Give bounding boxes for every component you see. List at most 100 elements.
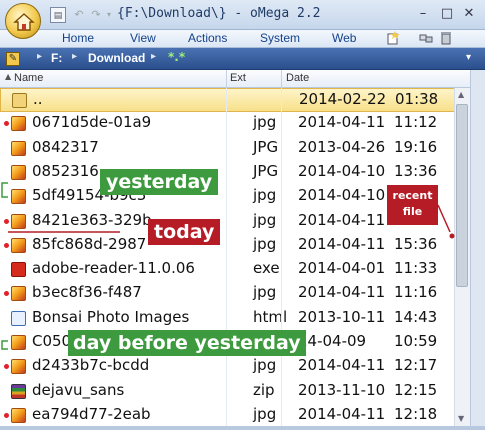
redo-icon[interactable]: ↷ — [88, 7, 104, 23]
file-time: 14:43 — [394, 307, 438, 326]
file-ext: html — [253, 307, 288, 326]
zip-icon — [11, 383, 26, 399]
title-bar: ▤ ↶ ↷ ▾ {F:\Download\} - oMega 2.2 – □ ✕ — [0, 0, 485, 30]
window-frame-right — [470, 70, 485, 426]
column-headers: ▲ Name Ext Date — [0, 70, 470, 88]
file-name: Bonsai Photo Images — [32, 307, 190, 326]
file-date: 2014-04-10 — [298, 186, 386, 205]
file-ext: jpg — [253, 113, 277, 132]
quick-access-dropdown-icon[interactable]: ▾ — [104, 7, 114, 23]
scroll-up-icon[interactable]: ▲ — [458, 90, 464, 99]
edit-address-icon[interactable]: ✎ — [6, 52, 20, 66]
file-date: 2014-04-01 — [298, 259, 386, 278]
image-icon — [11, 213, 26, 229]
breadcrumb-folder[interactable]: Download — [88, 51, 145, 65]
app-menu-button[interactable] — [5, 3, 41, 39]
file-time: 11:33 — [394, 259, 438, 278]
column-header-name[interactable]: Name — [14, 72, 43, 84]
file-row[interactable]: d2433b7c-bcdd jpg 2014-04-11 12:17 — [0, 355, 470, 379]
file-ext: jpg — [253, 356, 277, 375]
annotation-recent-file: recent file — [387, 185, 438, 225]
image-icon — [11, 237, 26, 253]
menu-home[interactable]: Home — [62, 31, 94, 45]
trash-icon[interactable] — [438, 31, 454, 47]
file-row[interactable]: 0852316 JPG 2014-04-10 13:36 — [0, 161, 470, 185]
file-name: .. — [33, 90, 43, 108]
file-date: 2013-04-26 — [298, 137, 386, 156]
file-ext: jpg — [253, 186, 277, 205]
new-icon[interactable] — [385, 31, 401, 47]
column-divider — [281, 88, 282, 426]
recent-marker-icon — [4, 218, 9, 224]
maximize-button[interactable]: □ — [437, 4, 457, 24]
file-row[interactable]: 85fc868d-2987 jpg 2014-04-11 15:36 — [0, 234, 470, 258]
file-date: 14-04-09 — [298, 332, 367, 350]
file-date: 2014-04-11 — [298, 234, 386, 253]
column-divider[interactable] — [281, 70, 282, 88]
file-ext: jpg — [253, 283, 277, 302]
recent-marker-icon — [4, 412, 9, 418]
file-name: d2433b7c-bcdd — [32, 356, 150, 375]
file-row[interactable]: Bonsai Photo Images html 2013-10-11 14:43 — [0, 307, 470, 331]
image-icon — [11, 359, 26, 375]
undo-icon[interactable]: ↶ — [71, 7, 87, 23]
file-time: 19:16 — [394, 137, 438, 156]
window-title: {F:\Download\} - oMega 2.2 — [117, 6, 321, 21]
menu-view[interactable]: View — [130, 31, 156, 45]
menu-system[interactable]: System — [260, 31, 300, 45]
file-date: 2013-11-10 — [298, 380, 386, 399]
file-name: 8421e363-329b — [32, 210, 152, 229]
image-icon — [11, 407, 26, 423]
file-ext: jpg — [253, 234, 277, 253]
file-row[interactable]: ea794d77-2eab jpg 2014-04-11 12:18 — [0, 404, 470, 426]
breadcrumb-separator-icon[interactable]: ▸ — [151, 51, 156, 62]
image-icon — [11, 286, 26, 302]
breadcrumb-separator-icon[interactable]: ▸ — [37, 51, 42, 62]
menu-actions[interactable]: Actions — [188, 31, 227, 45]
scrollbar-thumb[interactable] — [456, 104, 468, 287]
file-name: adobe-reader-11.0.06 — [32, 259, 195, 278]
file-name: 0852316 — [32, 161, 99, 180]
file-row[interactable]: adobe-reader-11.0.06 exe 2014-04-01 11:33 — [0, 258, 470, 282]
file-date: 2014-04-11 — [298, 113, 386, 132]
address-dropdown-icon[interactable]: ▾ — [466, 52, 471, 63]
file-time: 12:15 — [394, 380, 438, 399]
file-date: 2014-04-11 — [298, 283, 386, 302]
file-ext: zip — [253, 380, 275, 399]
file-row[interactable]: 0842317 JPG 2013-04-26 19:16 — [0, 137, 470, 161]
quick-access-menu-icon[interactable]: ▤ — [50, 7, 66, 23]
scroll-down-icon[interactable]: ▼ — [458, 414, 464, 423]
image-icon — [11, 164, 26, 180]
file-name: 85fc868d-2987 — [32, 234, 147, 253]
breadcrumb-drive[interactable]: F: — [51, 51, 62, 65]
window-frame-bottom — [0, 426, 485, 430]
file-ext: exe — [253, 259, 280, 278]
column-header-ext[interactable]: Ext — [230, 72, 246, 84]
file-date: 2013-10-11 — [298, 307, 386, 326]
breadcrumb-separator-icon[interactable]: ▸ — [72, 51, 77, 62]
image-icon — [11, 140, 26, 156]
column-divider[interactable] — [226, 70, 227, 88]
file-row[interactable]: 0671d5de-01a9 jpg 2014-04-11 11:12 — [0, 112, 470, 136]
file-date: 2014-04-11 — [298, 404, 386, 423]
home-icon — [13, 13, 35, 31]
file-row-selected[interactable]: .. 2014-02-22 01:38 — [0, 88, 470, 113]
column-header-date[interactable]: Date — [286, 72, 309, 84]
file-time: 11:16 — [394, 283, 438, 302]
file-ext: jpg — [253, 404, 277, 423]
annotation-today: today — [148, 219, 221, 245]
file-filter[interactable]: *.* — [168, 50, 185, 64]
minimize-button[interactable]: – — [413, 4, 433, 24]
file-name: ea794d77-2eab — [32, 404, 151, 423]
close-button[interactable]: ✕ — [459, 4, 479, 24]
file-row[interactable]: dejavu_sans zip 2013-11-10 12:15 — [0, 380, 470, 404]
file-date: 2014-04-11 — [298, 210, 386, 229]
tools-icon[interactable] — [418, 31, 434, 47]
file-date: 2014-04-11 — [298, 356, 386, 375]
file-name: 0842317 — [32, 137, 99, 156]
menu-web[interactable]: Web — [332, 31, 356, 45]
recent-marker-icon — [4, 242, 9, 248]
file-row[interactable]: b3ec8f36-f487 jpg 2014-04-11 11:16 — [0, 282, 470, 306]
annotation-recent-line1: recent — [392, 189, 433, 202]
menu-bar: Home View Actions System Web — [0, 30, 485, 48]
